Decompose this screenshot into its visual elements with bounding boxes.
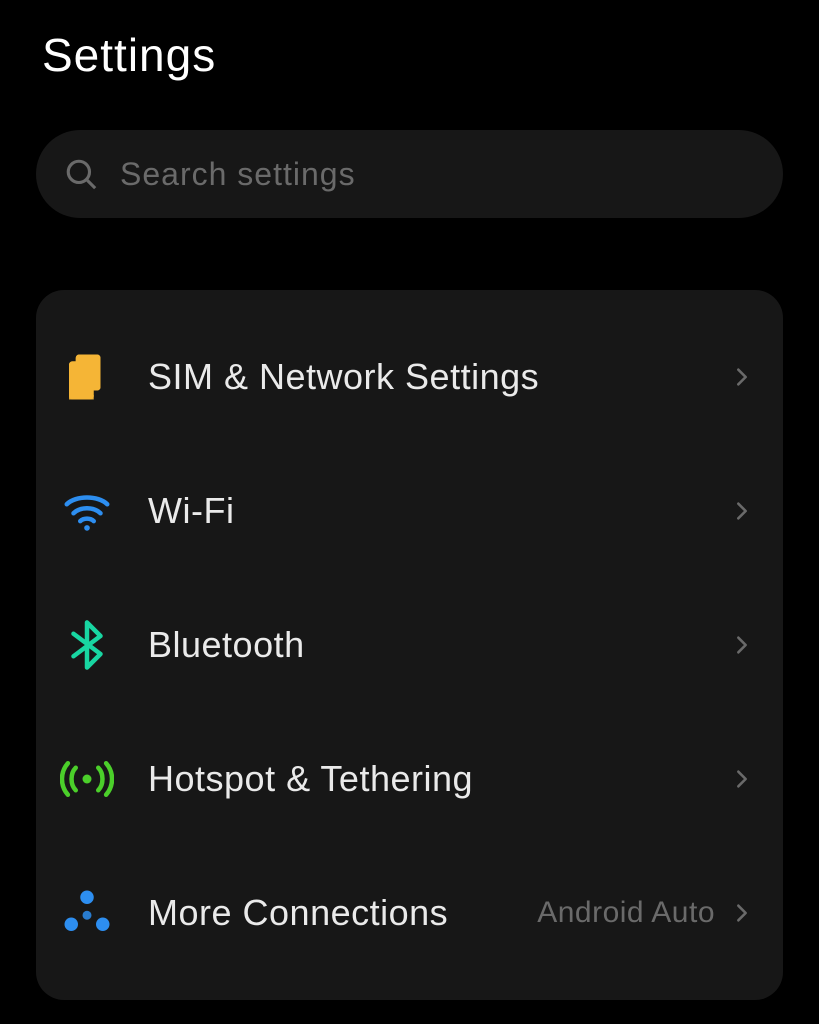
more-connections-label: More Connections [148, 892, 537, 934]
wifi-item[interactable]: Wi-Fi [36, 444, 783, 578]
chevron-right-icon [731, 902, 753, 924]
hotspot-label: Hotspot & Tethering [148, 758, 731, 800]
search-bar[interactable] [36, 130, 783, 218]
search-input[interactable] [120, 156, 755, 193]
wifi-label: Wi-Fi [148, 490, 731, 532]
bluetooth-label: Bluetooth [148, 624, 731, 666]
hotspot-icon [60, 752, 114, 806]
more-connections-item[interactable]: More Connections Android Auto [36, 846, 783, 980]
chevron-right-icon [731, 366, 753, 388]
wifi-icon [60, 484, 114, 538]
sim-icon [60, 350, 114, 404]
chevron-right-icon [731, 768, 753, 790]
page-title: Settings [0, 0, 819, 82]
bluetooth-icon [60, 618, 114, 672]
settings-group-connections: SIM & Network Settings Wi-Fi [36, 290, 783, 1000]
sim-label: SIM & Network Settings [148, 356, 731, 398]
bluetooth-item[interactable]: Bluetooth [36, 578, 783, 712]
more-connections-value: Android Auto [537, 896, 715, 930]
more-connections-icon [60, 886, 114, 940]
search-icon [64, 157, 98, 191]
chevron-right-icon [731, 634, 753, 656]
hotspot-tethering-item[interactable]: Hotspot & Tethering [36, 712, 783, 846]
sim-network-settings-item[interactable]: SIM & Network Settings [36, 310, 783, 444]
chevron-right-icon [731, 500, 753, 522]
